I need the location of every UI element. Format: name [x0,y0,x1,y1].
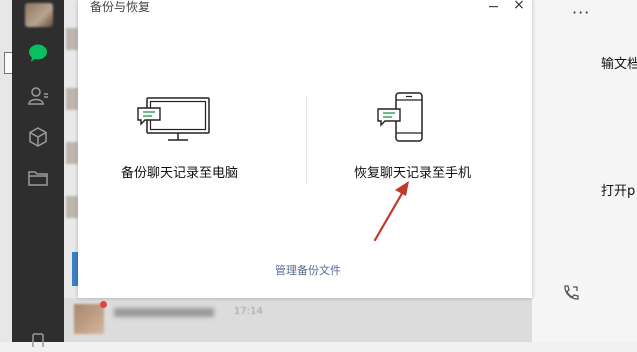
list-item[interactable] [66,196,78,218]
list-item-preview [114,308,214,317]
list-item-time: 17:14 [234,306,263,317]
list-item[interactable]: 17:14 [64,298,532,342]
sidebar [12,0,64,347]
list-item[interactable] [66,142,78,164]
unread-badge [100,301,107,308]
favorites-cube-icon[interactable] [26,125,50,149]
list-item[interactable] [66,28,78,50]
left-edge-strip [0,0,13,342]
more-menu-button[interactable]: ··· [572,3,590,22]
folder-icon[interactable] [26,166,50,190]
voice-call-icon[interactable] [562,284,580,302]
list-item[interactable] [66,88,78,110]
contacts-icon[interactable] [26,84,50,108]
backup-restore-dialog: 备份与恢复 × 备份聊天记录至电脑 恢复聊天记录至手机 管理备份文件 [78,0,532,298]
chat-message-text: 输文档 [601,57,637,72]
avatar[interactable] [25,3,53,27]
chat-message-text: 打开p [601,184,636,199]
annotation-arrow-icon [373,181,409,242]
chat-list-column [64,0,78,342]
chat-area [532,0,637,342]
chat-icon[interactable] [26,41,50,65]
phone-icon[interactable] [26,328,50,352]
avatar [74,304,104,334]
